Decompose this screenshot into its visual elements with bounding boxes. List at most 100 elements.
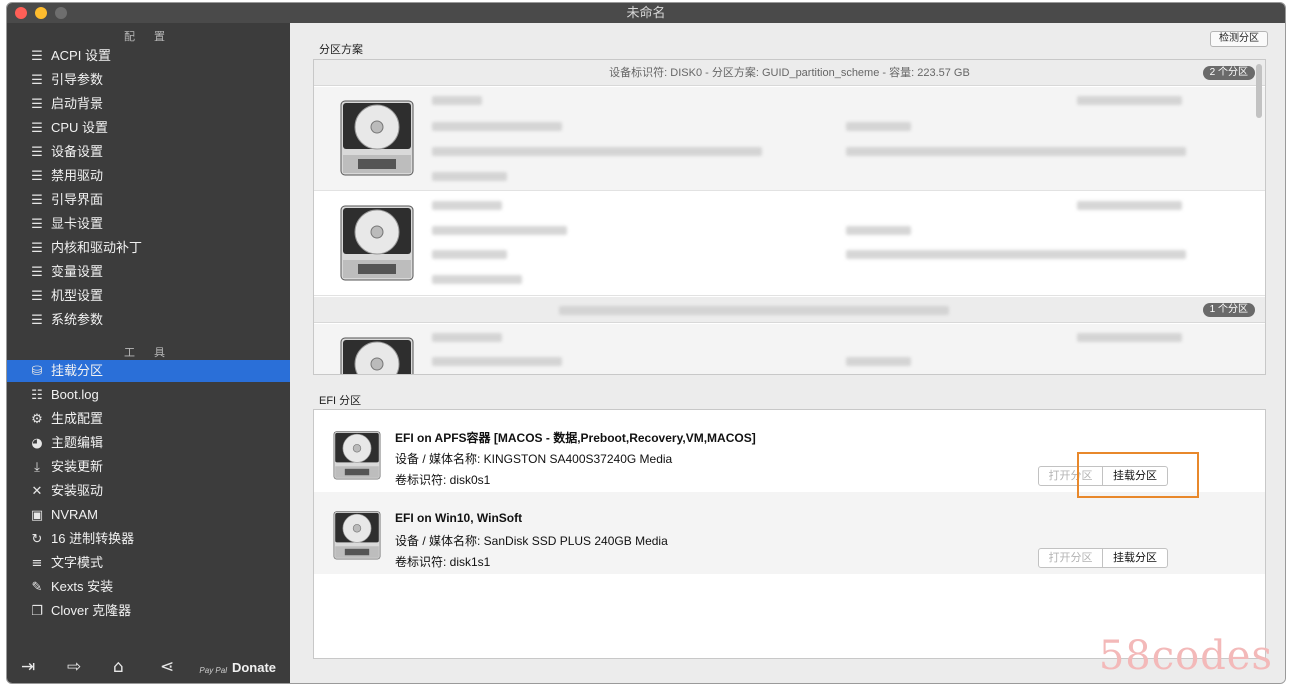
gears-icon: ⚙: [31, 412, 43, 427]
redacted-text: [432, 333, 502, 342]
refresh-icon: ↻: [31, 532, 43, 547]
home-icon[interactable]: ⌂: [113, 657, 124, 677]
list-icon: ☰: [31, 193, 43, 208]
sidebar-item-rtvariables[interactable]: ☰ 变量设置: [7, 261, 290, 283]
window-title: 未命名: [626, 5, 666, 20]
sidebar-item-devices[interactable]: ☰ 设备设置: [7, 141, 290, 163]
sidebar-item-boot-background[interactable]: ☰ 启动背景: [7, 93, 290, 115]
close-window-button[interactable]: [15, 7, 27, 19]
sidebar-item-label: 引导界面: [51, 192, 104, 207]
sidebar-item-install-drivers[interactable]: ✕ 安装驱动: [7, 480, 290, 502]
sidebar-item-system-params[interactable]: ☰ 系统参数: [7, 309, 290, 331]
disk0-header-text: 设备标识符: DISK0 - 分区方案: GUID_partition_sche…: [609, 67, 970, 79]
redacted-text: [1077, 333, 1182, 342]
sidebar-item-disable-drivers[interactable]: ☰ 禁用驱动: [7, 165, 290, 187]
hard-drive-icon: [333, 511, 381, 560]
list-icon: ☰: [31, 265, 43, 280]
sidebar-item-label: 启动背景: [51, 96, 104, 111]
redacted-text: [432, 172, 507, 181]
app-window: 未命名 配 置 ☰ ACPI 设置 ☰ 引导参数 ☰ 启动背景 ☰ CPU 设置 ☰ 设备…: [6, 2, 1286, 684]
sidebar-item-graphics[interactable]: ☰ 显卡设置: [7, 213, 290, 235]
sidebar-item-theme-editor[interactable]: ◕ 主题编辑: [7, 432, 290, 454]
sidebar-item-install-update[interactable]: ⤓ 安装更新: [7, 456, 290, 478]
sidebar-item-label: 显卡设置: [51, 216, 104, 231]
efi-volume: 卷标识符: disk0s1: [395, 473, 491, 487]
partition-list-panel[interactable]: 设备标识符: DISK0 - 分区方案: GUID_partition_sche…: [313, 59, 1266, 375]
donate-button[interactable]: Donate: [232, 660, 276, 675]
main-content: 分区方案 检测分区 设备标识符: DISK0 - 分区方案: GUID_part…: [290, 23, 1285, 683]
watermark: 58codes: [1098, 633, 1273, 679]
mount-partition-button[interactable]: 挂载分区: [1103, 549, 1167, 567]
sidebar-item-generate-config[interactable]: ⚙ 生成配置: [7, 408, 290, 430]
sidebar-item-label: 变量设置: [51, 264, 104, 279]
sidebar-item-boot-args[interactable]: ☰ 引导参数: [7, 69, 290, 91]
import-icon[interactable]: ⇥: [21, 657, 35, 677]
redacted-text: [432, 201, 502, 210]
sidebar-item-cpu[interactable]: ☰ CPU 设置: [7, 117, 290, 139]
redacted-text: [846, 357, 911, 366]
export-icon[interactable]: ⇨: [67, 657, 81, 677]
log-icon: ☷: [31, 388, 43, 403]
efi-device: 设备 / 媒体名称: SanDisk SSD PLUS 240GB Media: [395, 534, 668, 548]
list-icon: ☰: [31, 289, 43, 304]
efi-entry[interactable]: EFI on Win10, WinSoft 设备 / 媒体名称: SanDisk…: [314, 492, 1265, 574]
hard-drive-icon: [340, 100, 414, 176]
redacted-text: [432, 357, 562, 366]
download-icon: ⤓: [34, 460, 40, 475]
disk-icon: ⛁: [31, 364, 43, 379]
partition-scheme-label: 分区方案: [319, 44, 363, 56]
sidebar-item-clover-cloner[interactable]: ❐ Clover 克隆器: [7, 600, 290, 622]
text-icon: ≡: [31, 556, 43, 571]
sidebar-item-label: CPU 设置: [51, 120, 109, 135]
sidebar-item-label: 禁用驱动: [51, 168, 104, 183]
detect-partitions-button[interactable]: 检测分区: [1210, 31, 1268, 47]
sidebar-item-nvram[interactable]: ▣ NVRAM: [7, 504, 290, 526]
list-icon: ☰: [31, 241, 43, 256]
sidebar-bottom-bar: ⇥ ⇨ ⌂ ⋖ Pay Pal Donate: [7, 649, 290, 683]
disk1-header: 1 个分区: [314, 297, 1265, 323]
tools-icon: ✕: [31, 484, 43, 499]
hard-drive-icon: [333, 431, 381, 480]
list-icon: ☰: [31, 49, 43, 64]
kext-icon: ✎: [31, 580, 43, 595]
sidebar-item-label: NVRAM: [51, 507, 98, 522]
sidebar-item-smbios[interactable]: ☰ 机型设置: [7, 285, 290, 307]
sidebar-item-gui[interactable]: ☰ 引导界面: [7, 189, 290, 211]
sidebar-item-label: 安装驱动: [51, 483, 104, 498]
sidebar-item-boot-log[interactable]: ☷ Boot.log: [7, 384, 290, 406]
minimize-window-button[interactable]: [35, 7, 47, 19]
disk0-header: 设备标识符: DISK0 - 分区方案: GUID_partition_sche…: [314, 60, 1265, 86]
redacted-text: [432, 147, 762, 156]
partition-row[interactable]: [314, 324, 1265, 374]
partition-row[interactable]: [314, 87, 1265, 191]
sidebar-item-label: 安装更新: [51, 459, 104, 474]
chip-icon: ▣: [30, 508, 44, 523]
sidebar-item-label: 挂载分区: [51, 363, 104, 378]
list-icon: ☰: [31, 73, 43, 88]
sidebar-item-label: Boot.log: [51, 387, 99, 402]
sidebar-item-hex-converter[interactable]: ↻ 16 进制转换器: [7, 528, 290, 550]
sidebar-item-label: 内核和驱动补丁: [51, 240, 143, 255]
zoom-window-button[interactable]: [55, 7, 67, 19]
sidebar-item-mount-efi[interactable]: ⛁ 挂载分区: [7, 360, 290, 382]
redacted-text: [432, 275, 522, 284]
list-icon: ☰: [31, 97, 43, 112]
config-section-label: 配 置: [123, 31, 174, 43]
sidebar-item-label: 设备设置: [51, 144, 104, 159]
redacted-text: [432, 226, 567, 235]
redacted-text: [559, 306, 949, 315]
partition-row[interactable]: [314, 192, 1265, 296]
partition-list-scrollbar[interactable]: [1256, 64, 1262, 118]
sidebar-item-label: 机型设置: [51, 288, 104, 303]
efi-action-group: 打开分区 挂载分区: [1038, 548, 1168, 568]
sidebar-item-kexts-install[interactable]: ✎ Kexts 安装: [7, 576, 290, 598]
tools-section-label: 工 具: [123, 347, 174, 359]
sidebar-item-text-mode[interactable]: ≡ 文字模式: [7, 552, 290, 574]
sidebar-item-kernel-patches[interactable]: ☰ 内核和驱动补丁: [7, 237, 290, 259]
efi-partition-label: EFI 分区: [319, 395, 362, 407]
sidebar-item-label: 文字模式: [51, 555, 104, 570]
sidebar-item-acpi[interactable]: ☰ ACPI 设置: [7, 45, 290, 67]
share-icon[interactable]: ⋖: [160, 657, 174, 677]
redacted-text: [432, 96, 482, 105]
open-partition-button[interactable]: 打开分区: [1039, 549, 1103, 567]
